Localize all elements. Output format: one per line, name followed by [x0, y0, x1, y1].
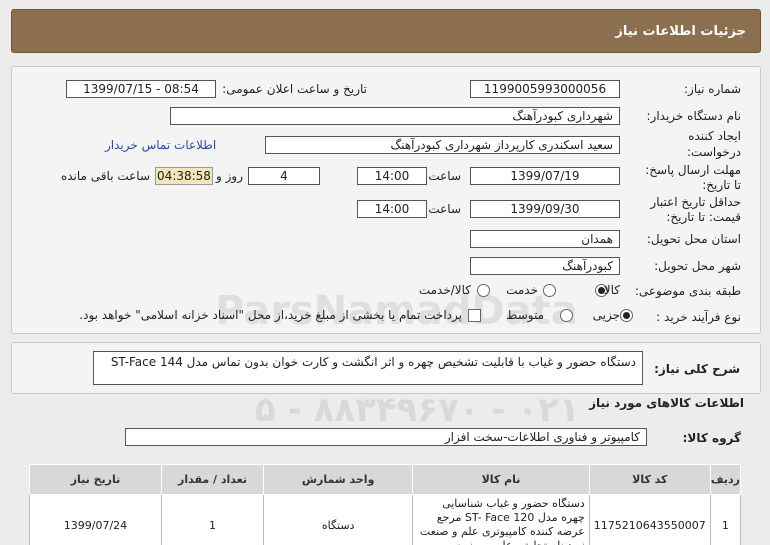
process-option-medium: متوسط [506, 308, 544, 322]
announce-datetime-field: 1399/07/15 - 08:54 [66, 80, 216, 98]
category-label: طبقه بندی موضوعی: [634, 284, 741, 298]
col-header-need-date: تاریخ نیاز [29, 464, 162, 495]
process-radio-medium[interactable] [560, 309, 573, 322]
reply-deadline-time-label: ساعت [428, 169, 461, 183]
buyer-contact-link[interactable]: اطلاعات تماس خریدار [105, 138, 216, 152]
col-header-unit: واحد شمارش [263, 464, 414, 495]
reply-deadline-label-line1: مهلت ارسال پاسخ: [645, 163, 741, 177]
reply-deadline-date: 1399/07/19 [470, 167, 620, 185]
process-option-minor: جزیی [592, 308, 620, 322]
requester-field: سعید اسکندری کارپرداز شهرداری کبودرآهنگ [265, 136, 620, 154]
page-header: جزئیات اطلاعات نیاز [11, 9, 761, 53]
need-number-field: 1199005993000056 [470, 80, 620, 98]
delivery-city-field: کبودرآهنگ [470, 257, 620, 275]
process-radio-minor[interactable] [620, 309, 633, 322]
requester-label-line2: درخواست: [687, 145, 741, 159]
treasury-note: پرداخت تمام یا بخشی از مبلغ خرید،از محل … [79, 308, 462, 322]
col-header-quantity: تعداد / مقدار [160, 464, 265, 495]
category-radio-goods-service[interactable] [477, 284, 490, 297]
cell-unit: دستگاه [263, 494, 414, 545]
category-option-service: خدمت [506, 283, 538, 297]
remaining-label: ساعت باقی مانده [60, 169, 150, 183]
announce-datetime-label: تاریخ و ساعت اعلان عمومی: [222, 82, 367, 96]
page-title: جزئیات اطلاعات نیاز [615, 24, 746, 39]
col-header-goods-name: نام کالا [412, 464, 590, 495]
col-header-goods-code: کد کالا [588, 464, 711, 495]
general-description-field: دستگاه حضور و غیاب با قابلیت تشخیص چهره … [93, 351, 643, 385]
price-validity-time-label: ساعت [428, 202, 461, 216]
goods-group-label: گروه کالا: [682, 431, 741, 445]
goods-info-title: اطلاعات کالاهای مورد نیاز [589, 396, 744, 410]
need-number-label: شماره نیاز: [684, 82, 741, 96]
buyer-org-field: شهرداری کبودرآهنگ [170, 107, 620, 125]
col-header-row-number: ردیف [709, 464, 742, 495]
cell-quantity: 1 [160, 494, 265, 545]
remaining-timer: 04:38:58 [155, 167, 213, 185]
delivery-province-field: همدان [470, 230, 620, 248]
price-validity-label-line2: قیمت: تا تاریخ: [666, 210, 741, 224]
price-validity-label-line1: حداقل تاریخ اعتبار [650, 195, 741, 209]
treasury-checkbox[interactable] [468, 309, 481, 322]
general-description-label: شرح کلی نیاز: [654, 362, 740, 376]
reply-deadline-time: 14:00 [357, 167, 427, 185]
cell-goods-name: دستگاه حضور و غیاب شناسایی چهره مدل ST- … [412, 494, 590, 545]
reply-days-field: 4 [248, 167, 320, 185]
category-radio-service[interactable] [543, 284, 556, 297]
purchase-process-label: نوع فرآیند خرید : [656, 310, 741, 324]
watermark-phone: ۰۲۱ - ۸۸۳۴۹۶۷۰ - ۵ [255, 390, 580, 430]
goods-group-field: کامپیوتر و فناوری اطلاعات-سخت افزار [125, 428, 647, 446]
buyer-org-label: نام دستگاه خریدار: [646, 109, 742, 123]
table-header-row: ردیف کد کالا نام کالا واحد شمارش تعداد /… [29, 464, 742, 495]
cell-need-date: 1399/07/24 [29, 494, 162, 545]
delivery-city-label: شهر محل تحویل: [654, 259, 741, 273]
category-option-goods-service: کالا/خدمت [418, 283, 471, 297]
price-validity-time: 14:00 [357, 200, 427, 218]
category-option-goods: کالا [603, 283, 620, 297]
cell-row-number: 1 [709, 494, 742, 545]
goods-table: ردیف کد کالا نام کالا واحد شمارش تعداد /… [29, 464, 742, 545]
table-row[interactable]: 1 1175210643550007 دستگاه حضور و غیاب شن… [29, 494, 742, 545]
reply-days-label: روز و [216, 169, 243, 183]
delivery-province-label: استان محل تحویل: [646, 232, 741, 246]
cell-goods-code: 1175210643550007 [588, 494, 711, 545]
price-validity-date: 1399/09/30 [470, 200, 620, 218]
reply-deadline-label-line2: تا تاریخ: [702, 178, 741, 192]
requester-label-line1: ایجاد کننده [688, 129, 741, 143]
